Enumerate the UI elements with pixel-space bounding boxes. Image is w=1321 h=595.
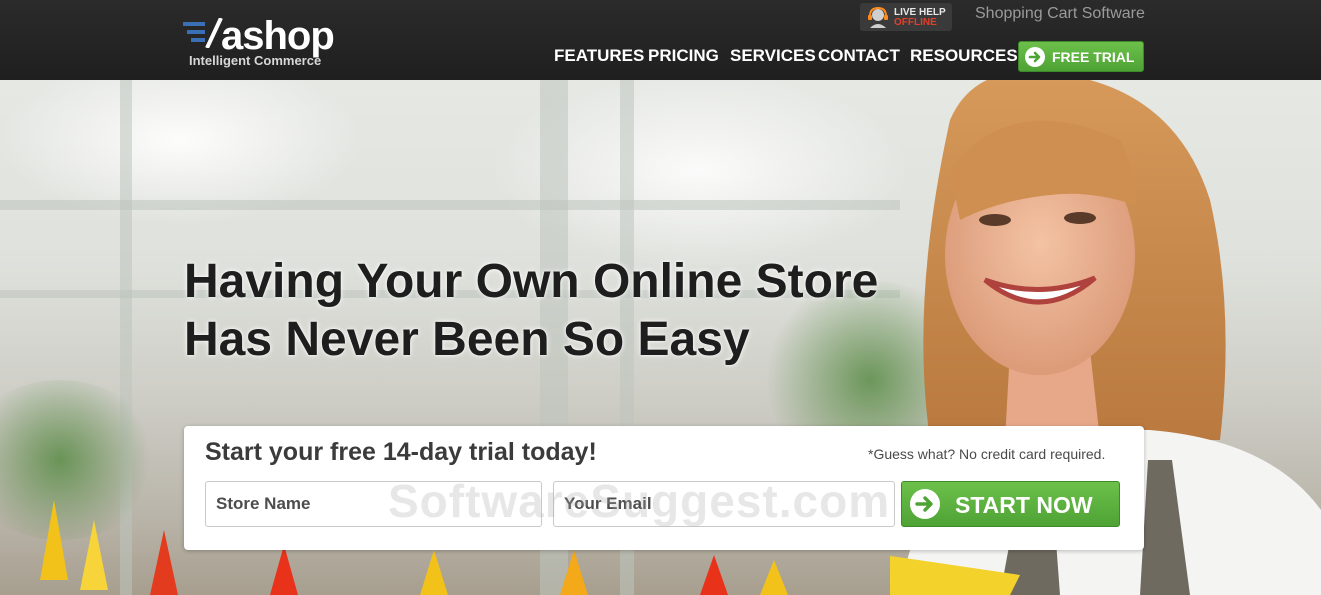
- signup-form: Start your free 14-day trial today! *Gue…: [184, 426, 1144, 550]
- nav-resources[interactable]: RESOURCES: [910, 46, 1018, 66]
- start-now-label: START NOW: [955, 492, 1093, 518]
- nav-features[interactable]: FEATURES: [554, 46, 644, 66]
- nav-pricing[interactable]: PRICING: [648, 46, 719, 66]
- arrow-right-circle-icon: [1025, 47, 1045, 67]
- hero-headline: Having Your Own Online Store Has Never B…: [184, 253, 944, 369]
- logo-speed-lines-icon: [183, 18, 223, 48]
- logo-wordmark: ashop: [221, 14, 335, 58]
- free-trial-label: FREE TRIAL: [1052, 49, 1135, 65]
- flower-red: [150, 530, 178, 595]
- flower-yellow: [40, 500, 68, 580]
- store-name-input[interactable]: [205, 481, 542, 527]
- flower-yellow: [420, 550, 448, 595]
- logo-tagline: Intelligent Commerce: [189, 53, 322, 68]
- header-tagline: Shopping Cart Software: [975, 5, 1145, 22]
- nav-contact[interactable]: CONTACT: [818, 46, 900, 66]
- arrow-right-circle-icon: [910, 489, 940, 519]
- flower-yellow: [760, 560, 788, 595]
- site-header: ashop Intelligent Commerce LIVE HELP OFF…: [0, 0, 1321, 80]
- signup-title: Start your free 14-day trial today!: [205, 438, 597, 466]
- flower-red: [700, 555, 728, 595]
- live-help-widget[interactable]: LIVE HELP OFFLINE: [860, 3, 952, 31]
- live-help-status: OFFLINE: [894, 17, 937, 28]
- foliage-blur: [0, 380, 160, 540]
- ashop-logo[interactable]: ashop Intelligent Commerce: [183, 12, 343, 72]
- start-now-button[interactable]: START NOW: [901, 481, 1120, 527]
- flower-yellow: [80, 520, 108, 590]
- flower-red: [270, 545, 298, 595]
- free-trial-button[interactable]: FREE TRIAL: [1018, 41, 1144, 72]
- greenhouse-beam: [0, 200, 900, 210]
- nav-services[interactable]: SERVICES: [730, 46, 816, 66]
- headline-line-2: Has Never Been So Easy: [184, 313, 750, 366]
- support-agent-icon: [868, 6, 888, 28]
- headline-line-1: Having Your Own Online Store: [184, 255, 879, 308]
- no-credit-card-note: *Guess what? No credit card required.: [868, 446, 1106, 462]
- flower-orange: [560, 550, 588, 595]
- email-input[interactable]: [553, 481, 895, 527]
